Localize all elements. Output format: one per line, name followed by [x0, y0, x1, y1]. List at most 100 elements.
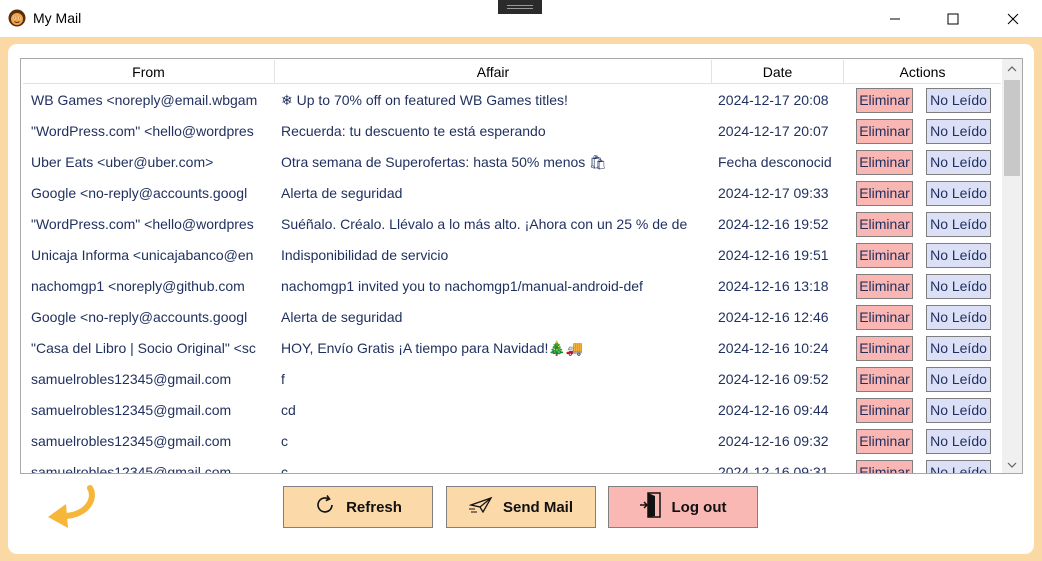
delete-button[interactable]: Eliminar — [856, 212, 913, 237]
delete-button[interactable]: Eliminar — [856, 181, 913, 206]
cell-date: 2024-12-16 09:31 — [718, 464, 829, 474]
mark-unread-button[interactable]: No Leído — [926, 119, 991, 144]
mark-unread-button[interactable]: No Leído — [926, 429, 991, 454]
refresh-label: Refresh — [346, 498, 402, 516]
window-title: My Mail — [33, 10, 82, 26]
logout-button[interactable]: Log out — [608, 486, 758, 528]
table-row[interactable]: samuelrobles12345@gmail.com c 2024-12-16… — [23, 426, 1001, 457]
vertical-scrollbar[interactable] — [1002, 59, 1022, 473]
table-row[interactable]: Uber Eats <uber@uber.com> Otra semana de… — [23, 147, 1001, 178]
delete-button[interactable]: Eliminar — [856, 88, 913, 113]
table-row[interactable]: "WordPress.com" <hello@wordpres Suéñalo.… — [23, 209, 1001, 240]
cell-date: 2024-12-17 20:08 — [718, 92, 829, 108]
delete-button[interactable]: Eliminar — [856, 243, 913, 268]
chevron-down-icon — [1007, 462, 1017, 468]
main-panel: From Affair Date Actions WB Games <norep… — [8, 44, 1034, 554]
delete-button[interactable]: Eliminar — [856, 119, 913, 144]
cell-from: Unicaja Informa <unicajabanco@en — [31, 247, 254, 263]
delete-button[interactable]: Eliminar — [856, 336, 913, 361]
mark-unread-button[interactable]: No Leído — [926, 460, 991, 473]
mark-unread-button[interactable]: No Leído — [926, 274, 991, 299]
mail-table: From Affair Date Actions WB Games <norep… — [20, 58, 1023, 474]
cell-date: 2024-12-16 09:32 — [718, 433, 829, 449]
chevron-up-icon — [1007, 66, 1017, 72]
mark-unread-button[interactable]: No Leído — [926, 336, 991, 361]
mark-unread-button[interactable]: No Leído — [926, 398, 991, 423]
table-row[interactable]: Google <no-reply@accounts.googl Alerta d… — [23, 302, 1001, 333]
cell-from: samuelrobles12345@gmail.com — [31, 433, 232, 449]
cell-from: samuelrobles12345@gmail.com — [31, 464, 232, 474]
cell-date: 2024-12-16 09:44 — [718, 402, 829, 418]
close-icon — [1007, 13, 1019, 24]
scroll-down-button[interactable] — [1002, 455, 1022, 473]
cell-affair: ❄ Up to 70% off on featured WB Games tit… — [281, 92, 568, 108]
cell-date: 2024-12-17 20:07 — [718, 123, 829, 139]
cell-date: 2024-12-16 12:46 — [718, 309, 829, 325]
delete-button[interactable]: Eliminar — [856, 274, 913, 299]
minimize-button[interactable] — [872, 0, 918, 37]
cell-date: 2024-12-16 19:51 — [718, 247, 829, 263]
cell-date: 2024-12-17 09:33 — [718, 185, 829, 201]
title-bar[interactable]: My Mail — [0, 0, 1042, 37]
delete-button[interactable]: Eliminar — [856, 398, 913, 423]
cell-from: Google <no-reply@accounts.googl — [31, 185, 248, 201]
delete-button[interactable]: Eliminar — [856, 367, 913, 392]
cell-from: "WordPress.com" <hello@wordpres — [31, 123, 254, 139]
cell-date: 2024-12-16 19:52 — [718, 216, 829, 232]
mark-unread-button[interactable]: No Leído — [926, 181, 991, 206]
header-affair[interactable]: Affair — [275, 60, 712, 84]
cell-affair: c — [281, 464, 288, 474]
mark-unread-button[interactable]: No Leído — [926, 243, 991, 268]
cell-from: "Casa del Libro | Socio Original" <sc — [31, 340, 256, 356]
refresh-icon — [314, 494, 336, 520]
table-row[interactable]: "WordPress.com" <hello@wordpres Recuerda… — [23, 116, 1001, 147]
cell-date: Fecha desconocid — [718, 154, 832, 170]
header-from[interactable]: From — [23, 60, 275, 84]
table-row[interactable]: Google <no-reply@accounts.googl Alerta d… — [23, 178, 1001, 209]
cell-affair: Alerta de seguridad — [281, 309, 403, 325]
maximize-button[interactable] — [930, 0, 976, 37]
back-arrow-icon[interactable] — [44, 484, 104, 534]
cell-affair: nachomgp1 invited you to nachomgp1/manua… — [281, 278, 643, 294]
paper-plane-icon — [468, 496, 493, 518]
table-row[interactable]: samuelrobles12345@gmail.com c 2024-12-16… — [23, 457, 1001, 474]
table-row[interactable]: "Casa del Libro | Socio Original" <sc HO… — [23, 333, 1001, 364]
refresh-button[interactable]: Refresh — [283, 486, 433, 528]
send-mail-button[interactable]: Send Mail — [446, 486, 596, 528]
scroll-up-button[interactable] — [1002, 59, 1022, 79]
table-row[interactable]: samuelrobles12345@gmail.com cd 2024-12-1… — [23, 395, 1001, 426]
table-row[interactable]: nachomgp1 <noreply@github.com nachomgp1 … — [23, 271, 1001, 302]
table-row[interactable]: WB Games <noreply@email.wbgam ❄ Up to 70… — [23, 85, 1001, 116]
logout-label: Log out — [671, 498, 727, 516]
table-row[interactable]: samuelrobles12345@gmail.com f 2024-12-16… — [23, 364, 1001, 395]
mark-unread-button[interactable]: No Leído — [926, 367, 991, 392]
cell-affair: cd — [281, 402, 296, 418]
delete-button[interactable]: Eliminar — [856, 150, 913, 175]
cell-from: nachomgp1 <noreply@github.com — [31, 278, 245, 294]
header-actions: Actions — [899, 64, 946, 80]
header-date[interactable]: Date — [712, 60, 844, 84]
maximize-icon — [947, 13, 959, 24]
delete-button[interactable]: Eliminar — [856, 305, 913, 330]
mark-unread-button[interactable]: No Leído — [926, 88, 991, 113]
mark-unread-button[interactable]: No Leído — [926, 305, 991, 330]
scroll-thumb[interactable] — [1004, 80, 1020, 176]
cell-affair: Recuerda: tu descuento te está esperando — [281, 123, 546, 139]
cell-date: 2024-12-16 10:24 — [718, 340, 829, 356]
table-row[interactable]: Unicaja Informa <unicajabanco@en Indispo… — [23, 240, 1001, 271]
send-mail-label: Send Mail — [502, 498, 573, 516]
delete-button[interactable]: Eliminar — [856, 429, 913, 454]
cell-date: 2024-12-16 09:52 — [718, 371, 829, 387]
close-button[interactable] — [990, 0, 1036, 37]
mark-unread-button[interactable]: No Leído — [926, 212, 991, 237]
cell-from: WB Games <noreply@email.wbgam — [31, 92, 258, 108]
delete-button[interactable]: Eliminar — [856, 460, 913, 473]
exit-door-icon — [639, 492, 662, 522]
cell-from: samuelrobles12345@gmail.com — [31, 402, 232, 418]
cell-date: 2024-12-16 13:18 — [718, 278, 829, 294]
mark-unread-button[interactable]: No Leído — [926, 150, 991, 175]
drag-handle[interactable] — [498, 0, 542, 14]
table-header: From Affair Date Actions — [23, 60, 1001, 84]
window-frame: From Affair Date Actions WB Games <norep… — [0, 37, 1042, 561]
cell-affair: Otra semana de Superofertas: hasta 50% m… — [281, 154, 607, 170]
